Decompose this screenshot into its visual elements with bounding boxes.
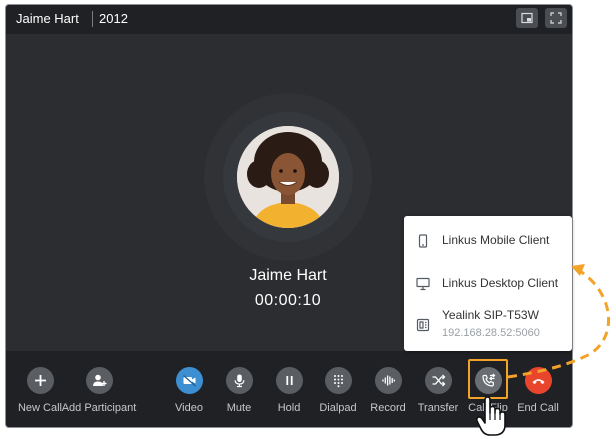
callout-arrow [507,264,610,379]
hand-cursor-icon [475,396,506,436]
callout-arrow-line [507,266,610,379]
